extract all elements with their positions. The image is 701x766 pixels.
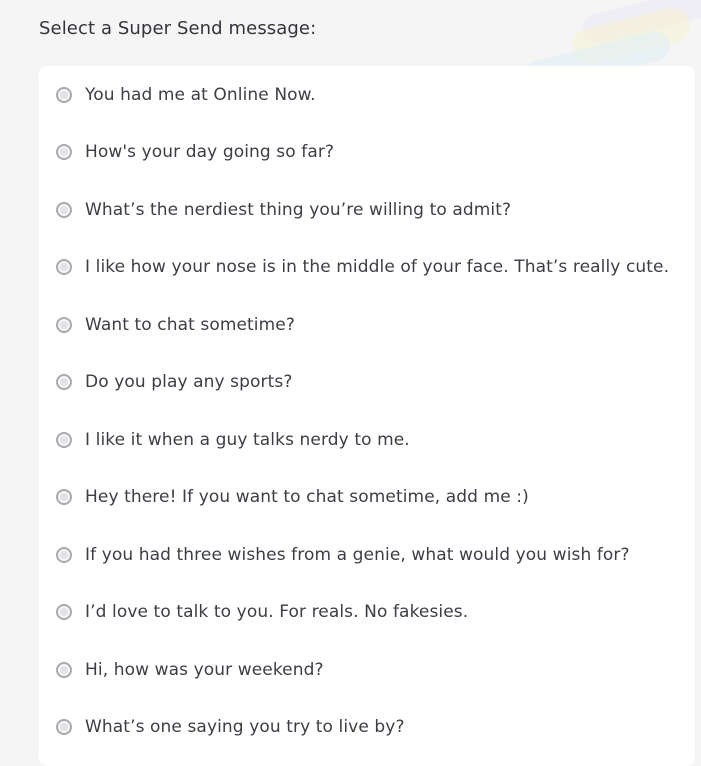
message-option[interactable]: I like how your nose is in the middle of… (39, 247, 695, 287)
radio-button[interactable] (56, 259, 72, 275)
message-option-label: You had me at Online Now. (85, 85, 316, 105)
radio-button[interactable] (56, 87, 72, 103)
radio-button[interactable] (56, 604, 72, 620)
message-option-label: I’d love to talk to you. For reals. No f… (85, 602, 469, 622)
message-option[interactable]: Hey there! If you want to chat sometime,… (39, 477, 695, 517)
message-option[interactable]: What’s the nerdiest thing you’re willing… (39, 190, 695, 230)
message-option-label: Hi, how was your weekend? (85, 660, 324, 680)
radio-button[interactable] (56, 432, 72, 448)
message-option-label: What’s one saying you try to live by? (85, 717, 405, 737)
radio-button[interactable] (56, 317, 72, 333)
page-title: Select a Super Send message: (39, 18, 317, 39)
message-option[interactable]: What’s one saying you try to live by? (39, 707, 695, 747)
decorative-shapes (501, 0, 701, 70)
message-option[interactable]: Want to chat sometime? (39, 305, 695, 345)
message-option-label: I like how your nose is in the middle of… (85, 257, 670, 277)
message-option[interactable]: I like it when a guy talks nerdy to me. (39, 420, 695, 460)
message-option[interactable]: Hi, how was your weekend? (39, 650, 695, 690)
message-option[interactable]: You had me at Online Now. (39, 75, 695, 115)
radio-button[interactable] (56, 144, 72, 160)
message-option[interactable]: How's your day going so far? (39, 132, 695, 172)
radio-button[interactable] (56, 374, 72, 390)
message-option-label: If you had three wishes from a genie, wh… (85, 545, 630, 565)
message-option-label: Do you play any sports? (85, 372, 293, 392)
message-option[interactable]: If you had three wishes from a genie, wh… (39, 535, 695, 575)
message-option-label: What’s the nerdiest thing you’re willing… (85, 200, 512, 220)
message-option-label: Want to chat sometime? (85, 315, 295, 335)
message-options-card: You had me at Online Now. How's your day… (39, 66, 695, 766)
radio-button[interactable] (56, 719, 72, 735)
radio-button[interactable] (56, 489, 72, 505)
message-option-label: I like it when a guy talks nerdy to me. (85, 430, 410, 450)
radio-button[interactable] (56, 202, 72, 218)
message-option[interactable]: I’d love to talk to you. For reals. No f… (39, 592, 695, 632)
message-option-label: Hey there! If you want to chat sometime,… (85, 487, 529, 507)
radio-button[interactable] (56, 547, 72, 563)
radio-button[interactable] (56, 662, 72, 678)
message-option[interactable]: Do you play any sports? (39, 362, 695, 402)
message-option-label: How's your day going so far? (85, 142, 335, 162)
